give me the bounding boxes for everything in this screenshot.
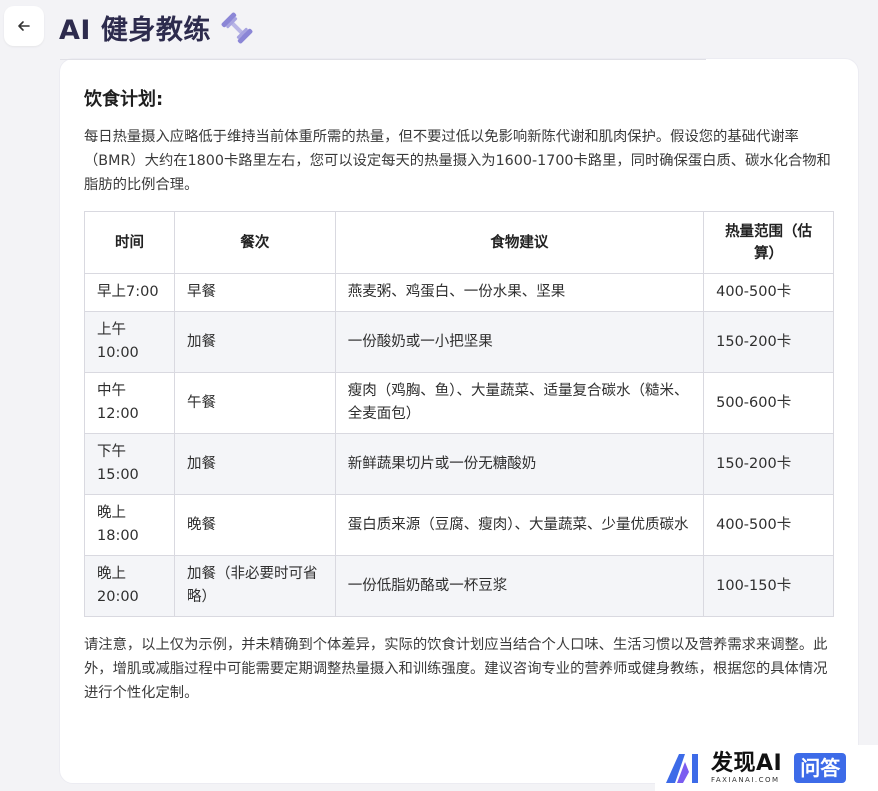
watermark-text: 发现AI FAXIANAI.COM <box>711 750 783 785</box>
header-calories: 热量范围（估算） <box>703 211 834 274</box>
watermark-sub: FAXIANAI.COM <box>711 775 780 784</box>
cell-time: 上午10:00 <box>84 311 175 373</box>
cell-calories: 150-200卡 <box>703 311 834 373</box>
diet-plan-table: 时间 餐次 食物建议 热量范围（估算） 早上7:00 早餐 燕麦粥、鸡蛋白、一份… <box>84 211 834 617</box>
app-title: AI 健身教练 <box>59 8 255 47</box>
header-food: 食物建议 <box>334 211 705 274</box>
section-title: 饮食计划: <box>84 89 164 110</box>
cell-meal: 加餐 <box>173 311 336 373</box>
table-header-row: 时间 餐次 食物建议 热量范围（估算） <box>84 211 834 274</box>
divider <box>60 59 706 60</box>
cell-time: 中午12:00 <box>84 372 175 434</box>
watermark-brand: 发现AI <box>711 750 783 776</box>
watermark-badge: 问答 <box>794 753 847 783</box>
cell-food: 一份酸奶或一小把坚果 <box>334 311 705 373</box>
table-row: 上午10:00 加餐 一份酸奶或一小把坚果 150-200卡 <box>84 311 834 373</box>
watermark: 发现AI FAXIANAI.COM 问答 <box>655 745 878 791</box>
cell-time: 晚上18:00 <box>84 494 175 556</box>
cell-meal: 早餐 <box>173 273 336 312</box>
cell-food: 一份低脂奶酪或一杯豆浆 <box>334 555 705 617</box>
cell-food: 瘦肉（鸡胸、鱼）、大量蔬菜、适量复合碳水（糙米、全麦面包） <box>334 372 705 434</box>
cell-food: 新鲜蔬果切片或一份无糖酸奶 <box>334 433 705 495</box>
cell-time: 早上7:00 <box>84 273 175 312</box>
cell-calories: 500-600卡 <box>703 372 834 434</box>
intro-paragraph: 每日热量摄入应略低于维持当前体重所需的热量，但不要过低以免影响新陈代谢和肌肉保护… <box>84 129 831 193</box>
table-row: 晚上20:00 加餐（非必要时可省略） 一份低脂奶酪或一杯豆浆 100-150卡 <box>84 555 834 617</box>
cell-food: 燕麦粥、鸡蛋白、一份水果、坚果 <box>334 273 705 312</box>
ai-logo-icon <box>666 754 698 783</box>
table-row: 晚上18:00 晚餐 蛋白质来源（豆腐、瘦肉）、大量蔬菜、少量优质碳水 400-… <box>84 494 834 556</box>
cell-meal: 晚餐 <box>173 494 336 556</box>
cell-calories: 400-500卡 <box>703 494 834 556</box>
cell-meal: 午餐 <box>173 372 336 434</box>
cell-calories: 150-200卡 <box>703 433 834 495</box>
cell-time: 下午15:00 <box>84 433 175 495</box>
note-paragraph: 请注意，以上仅为示例，并未精确到个体差异，实际的饮食计划应当结合个人口味、生活习… <box>84 637 828 701</box>
table-row: 早上7:00 早餐 燕麦粥、鸡蛋白、一份水果、坚果 400-500卡 <box>84 273 834 312</box>
back-button[interactable] <box>4 6 44 46</box>
cell-food: 蛋白质来源（豆腐、瘦肉）、大量蔬菜、少量优质碳水 <box>334 494 705 556</box>
chat-message-card: 饮食计划: 每日热量摄入应略低于维持当前体重所需的热量，但不要过低以免影响新陈代… <box>59 58 859 784</box>
header-meal: 餐次 <box>173 211 336 274</box>
arrow-left-icon <box>18 21 30 31</box>
table-row: 中午12:00 午餐 瘦肉（鸡胸、鱼）、大量蔬菜、适量复合碳水（糙米、全麦面包）… <box>84 372 834 434</box>
cell-time: 晚上20:00 <box>84 555 175 617</box>
cell-calories: 100-150卡 <box>703 555 834 617</box>
app-header: AI 健身教练 <box>0 0 878 56</box>
cell-meal: 加餐 <box>173 433 336 495</box>
app-title-text: AI 健身教练 <box>59 15 211 46</box>
table-row: 下午15:00 加餐 新鲜蔬果切片或一份无糖酸奶 150-200卡 <box>84 433 834 495</box>
dumbbell-icon <box>221 12 253 43</box>
header-time: 时间 <box>84 211 175 274</box>
cell-meal: 加餐（非必要时可省略） <box>173 555 336 617</box>
cell-calories: 400-500卡 <box>703 273 834 312</box>
